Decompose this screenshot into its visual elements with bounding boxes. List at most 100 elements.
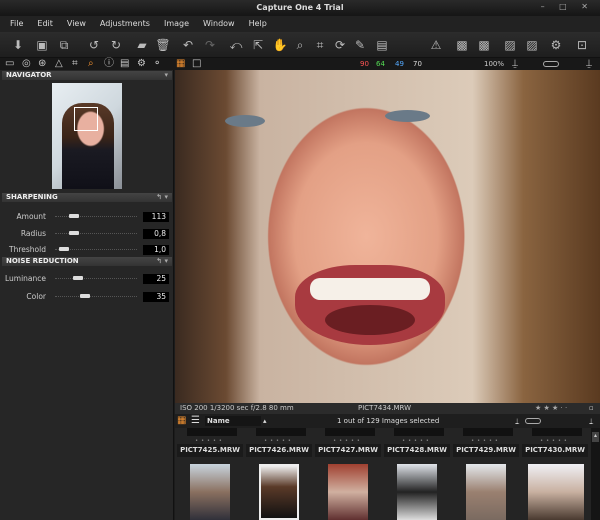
rotate-tool-icon[interactable]: ⟳ bbox=[332, 37, 348, 53]
prev-row-thumbnail[interactable] bbox=[325, 428, 375, 436]
thumb-large-icon[interactable]: ⍊ bbox=[589, 414, 593, 428]
output-tab-icon[interactable]: ▤ bbox=[120, 58, 129, 70]
hand-tool-icon[interactable]: ✋ bbox=[272, 37, 288, 53]
star-rating[interactable]: ★ ★ ★ · · bbox=[535, 403, 567, 414]
navigator-viewport[interactable] bbox=[74, 107, 98, 131]
slider-value-input[interactable]: 25 bbox=[143, 274, 169, 284]
slider-track[interactable] bbox=[55, 231, 137, 235]
readout-luma: 70 bbox=[413, 60, 422, 68]
slider-label: Threshold bbox=[9, 245, 46, 254]
image-thumbnail[interactable] bbox=[397, 464, 437, 520]
slider-track[interactable] bbox=[55, 214, 137, 218]
thumb-filename: PICT7430.MRW bbox=[522, 444, 588, 457]
batch-tab-icon[interactable]: ⚬ bbox=[153, 58, 161, 70]
prev-row-thumbnail[interactable] bbox=[256, 428, 306, 436]
noise-color-row: Color 35 bbox=[0, 291, 174, 303]
sharpening-radius-row: Radius 0,8 bbox=[0, 228, 174, 240]
lens-crop-tab-icon[interactable]: ⌗ bbox=[72, 58, 78, 70]
sort-direction-icon[interactable]: ▴ bbox=[263, 414, 267, 428]
apply-adjust-icon[interactable]: ▨ bbox=[524, 37, 540, 53]
filmstrip-item[interactable]: ••••• PICT7429.MRW bbox=[453, 428, 519, 520]
color-tag-icon[interactable]: ▫ bbox=[589, 403, 594, 414]
main-image-viewer[interactable] bbox=[175, 70, 600, 403]
filmstrip-item[interactable]: ••••• PICT7427.MRW bbox=[315, 428, 381, 520]
navigator-thumbnail[interactable] bbox=[52, 83, 122, 189]
exposure-tab-icon[interactable]: △ bbox=[55, 58, 63, 70]
image-thumbnail[interactable] bbox=[466, 464, 506, 520]
grid-view-icon[interactable]: ▦ bbox=[176, 58, 185, 70]
menu-view[interactable]: View bbox=[67, 16, 86, 32]
slider-knob[interactable] bbox=[73, 276, 83, 280]
details-tab-icon[interactable]: ⌕ bbox=[88, 58, 94, 70]
image-thumbnail[interactable] bbox=[328, 464, 368, 520]
keystone-tool-icon[interactable]: ▤ bbox=[374, 37, 390, 53]
slider-knob[interactable] bbox=[58, 247, 69, 251]
menu-file[interactable]: File bbox=[10, 16, 23, 32]
slider-value-input[interactable]: 113 bbox=[143, 212, 169, 222]
prev-row-thumbnail[interactable] bbox=[463, 428, 513, 436]
sort-select[interactable]: Name bbox=[205, 416, 261, 426]
menu-image[interactable]: Image bbox=[164, 16, 189, 32]
slider-track[interactable] bbox=[55, 247, 137, 251]
warning-icon[interactable]: ⚠ bbox=[428, 37, 444, 53]
slider-knob[interactable] bbox=[80, 294, 91, 298]
image-thumbnail[interactable] bbox=[190, 464, 230, 520]
filmstrip-item[interactable]: ••••• PICT7428.MRW bbox=[384, 428, 450, 520]
slider-value-input[interactable]: 0,8 bbox=[143, 229, 169, 239]
filmstrip-item[interactable]: ••••• PICT7430.MRW bbox=[522, 428, 588, 520]
slider-value-input[interactable]: 1,0 bbox=[143, 245, 169, 255]
redo-icon[interactable]: ↷ bbox=[202, 37, 218, 53]
thumb-small-icon[interactable]: ⍊ bbox=[515, 414, 519, 428]
zoom-out-icon[interactable]: ⍊ bbox=[512, 58, 518, 70]
filmstrip-scrollbar[interactable]: ▴ bbox=[591, 428, 600, 520]
move-to-folder-icon[interactable]: ▰ bbox=[134, 37, 150, 53]
list-mode-icon[interactable]: ☰ bbox=[191, 414, 200, 428]
metadata-tab-icon[interactable]: ⓘ bbox=[104, 58, 114, 70]
thumb-filename: PICT7425.MRW bbox=[177, 444, 243, 457]
menu-help[interactable]: Help bbox=[249, 16, 267, 32]
fullscreen-icon[interactable]: ⊡ bbox=[574, 37, 590, 53]
rotate-left-icon[interactable]: ↺ bbox=[86, 37, 102, 53]
prev-row-thumbnail[interactable] bbox=[532, 428, 582, 436]
slider-track[interactable] bbox=[55, 276, 137, 280]
export-icon[interactable]: ⧉ bbox=[56, 37, 72, 53]
image-thumbnail[interactable] bbox=[259, 464, 299, 520]
window-controls[interactable]: – □ ✕ bbox=[541, 2, 594, 11]
slider-knob[interactable] bbox=[69, 214, 80, 218]
prev-row-thumbnail[interactable] bbox=[187, 428, 237, 436]
grid-mode-icon[interactable]: ▦ bbox=[177, 414, 186, 428]
settings-gear-icon[interactable]: ⚙ bbox=[548, 37, 564, 53]
capture-icon[interactable]: ▣ bbox=[34, 37, 50, 53]
slider-value-input[interactable]: 35 bbox=[143, 292, 169, 302]
image-thumbnail[interactable] bbox=[528, 464, 584, 520]
copy-adjust-icon[interactable]: ▨ bbox=[502, 37, 518, 53]
select-cursor-icon[interactable]: ⇱ bbox=[250, 37, 266, 53]
import-icon[interactable]: ⬇ bbox=[10, 37, 26, 53]
library-tab-icon[interactable]: ▭ bbox=[5, 58, 14, 70]
single-view-icon[interactable]: □ bbox=[192, 58, 201, 70]
undo-icon[interactable]: ↶ bbox=[180, 37, 196, 53]
capture-tab-icon[interactable]: ◎ bbox=[22, 58, 31, 70]
menu-window[interactable]: Window bbox=[203, 16, 235, 32]
thumbnail-size-slider[interactable] bbox=[525, 418, 541, 424]
zoom-slider[interactable] bbox=[543, 61, 559, 67]
prev-row-thumbnail[interactable] bbox=[394, 428, 444, 436]
menu-adjustments[interactable]: Adjustments bbox=[100, 16, 150, 32]
trash-icon[interactable]: 🗑 bbox=[155, 37, 171, 53]
reset-icon[interactable]: ⤺ bbox=[228, 37, 244, 53]
filmstrip-item[interactable]: ••••• PICT7425.MRW bbox=[177, 428, 243, 520]
zoom-in-icon[interactable]: ⍊ bbox=[586, 58, 592, 70]
slider-knob[interactable] bbox=[69, 231, 80, 235]
settings-tab-icon[interactable]: ⚙ bbox=[137, 58, 146, 70]
process-icon[interactable]: ▩ bbox=[476, 37, 492, 53]
color-tab-icon[interactable]: ⊛ bbox=[38, 58, 46, 70]
picker-tool-icon[interactable]: ✎ bbox=[352, 37, 368, 53]
crop-tool-icon[interactable]: ⌗ bbox=[312, 37, 328, 53]
thumb-filename: PICT7429.MRW bbox=[453, 444, 519, 457]
rotate-right-icon[interactable]: ↻ bbox=[108, 37, 124, 53]
new-variant-icon[interactable]: ▩ bbox=[454, 37, 470, 53]
filmstrip-item[interactable]: ••••• PICT7426.MRW bbox=[246, 428, 312, 520]
zoom-tool-icon[interactable]: ⌕ bbox=[292, 37, 308, 53]
menu-edit[interactable]: Edit bbox=[37, 16, 53, 32]
slider-track[interactable] bbox=[55, 294, 137, 298]
